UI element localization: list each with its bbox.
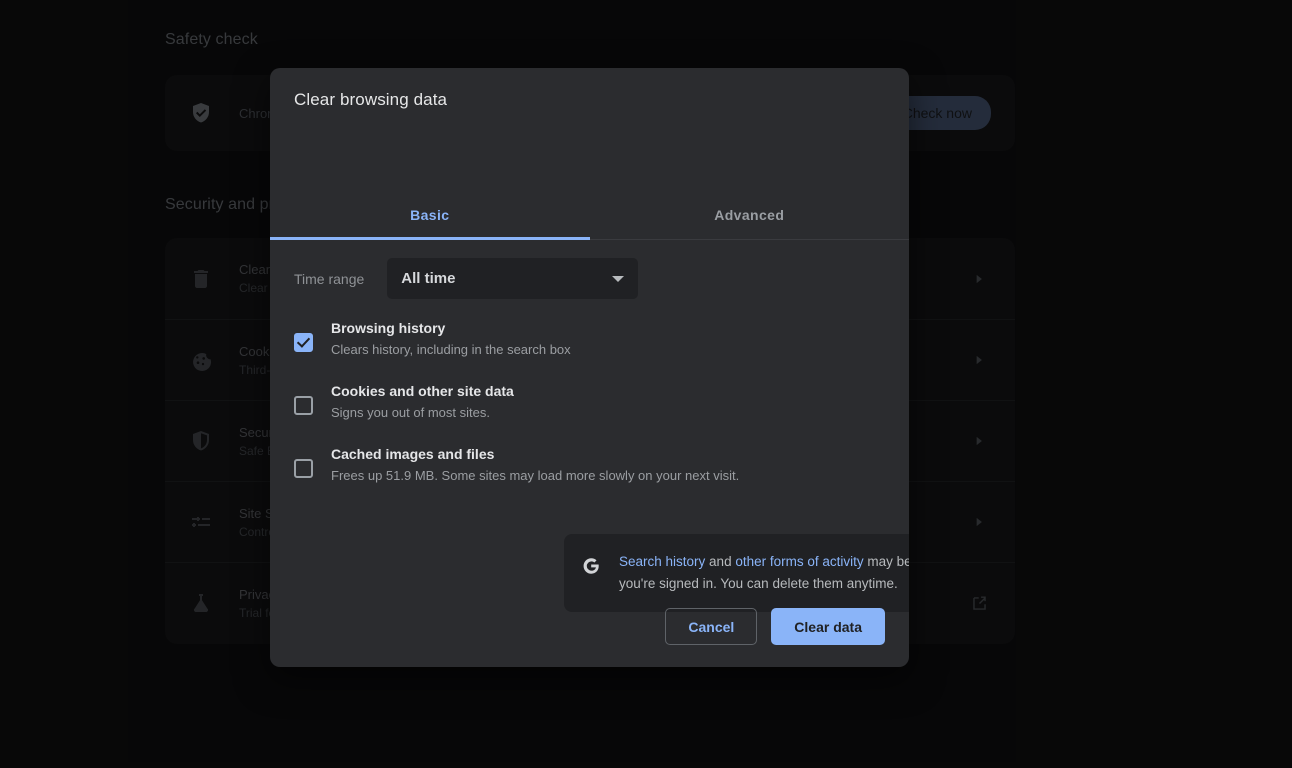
time-range-value: All time <box>401 270 456 287</box>
option-body: Cached images and files Frees up 51.9 MB… <box>331 446 885 483</box>
option-cached-images-and-files[interactable]: Cached images and files Frees up 51.9 MB… <box>294 446 885 483</box>
cancel-button[interactable]: Cancel <box>665 608 758 645</box>
option-cookies-and-site-data[interactable]: Cookies and other site data Signs you ou… <box>294 383 885 420</box>
cookies-checkbox[interactable] <box>294 396 313 415</box>
option-description: Signs you out of most sites. <box>331 405 490 420</box>
search-history-link[interactable]: Search history <box>619 554 705 569</box>
clear-options-list: Browsing history Clears history, includi… <box>294 320 885 509</box>
option-description: Clears history, including in the search … <box>331 342 571 357</box>
chevron-down-icon <box>612 275 625 282</box>
google-account-notice: Search history and other forms of activi… <box>564 534 909 612</box>
option-description: Frees up 51.9 MB. Some sites may load mo… <box>331 468 740 483</box>
google-g-icon <box>580 555 602 577</box>
time-range-select[interactable]: All time <box>387 258 639 299</box>
option-title: Cached images and files <box>331 446 495 462</box>
option-body: Cookies and other site data Signs you ou… <box>331 383 885 420</box>
dialog-actions: Cancel Clear data <box>665 608 885 645</box>
notice-mid-text: and <box>705 554 736 569</box>
tab-advanced[interactable]: Advanced <box>590 195 910 239</box>
browsing-history-checkbox[interactable] <box>294 333 313 352</box>
cached-images-checkbox[interactable] <box>294 459 313 478</box>
google-account-notice-text: Search history and other forms of activi… <box>619 551 909 595</box>
option-title: Browsing history <box>331 320 446 336</box>
option-title: Cookies and other site data <box>331 383 514 399</box>
clear-browsing-data-dialog: Clear browsing data Basic Advanced Time … <box>270 68 909 667</box>
time-range-row: Time range All time <box>294 258 639 299</box>
dialog-title: Clear browsing data <box>294 90 448 109</box>
time-range-label: Time range <box>294 270 365 287</box>
dialog-tabs: Basic Advanced <box>270 195 909 240</box>
clear-data-button[interactable]: Clear data <box>771 608 885 645</box>
option-browsing-history[interactable]: Browsing history Clears history, includi… <box>294 320 885 357</box>
other-forms-of-activity-link[interactable]: other forms of activity <box>735 554 863 569</box>
option-body: Browsing history Clears history, includi… <box>331 320 885 357</box>
tab-basic[interactable]: Basic <box>270 195 590 240</box>
